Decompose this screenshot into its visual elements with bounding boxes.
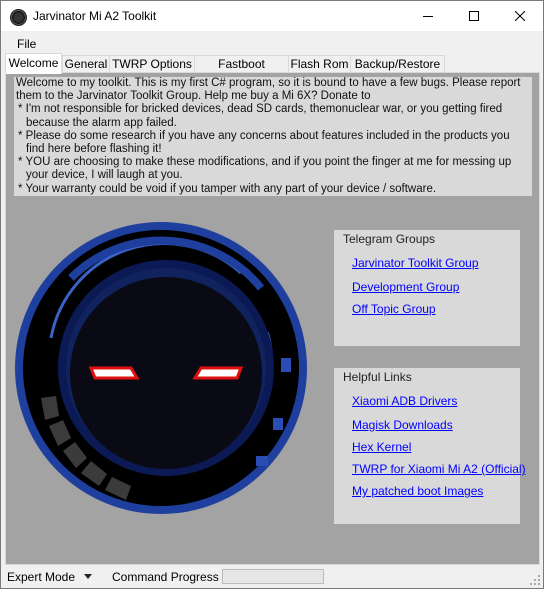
status-bar: Expert Mode Command Progress: [1, 566, 543, 588]
link-xiaomi-adb-drivers[interactable]: Xiaomi ADB Drivers: [352, 394, 457, 408]
command-progress-label: Command Progress: [112, 570, 219, 584]
disclaimer-item: * I'm not responsible for bricked device…: [18, 103, 503, 129]
mode-dropdown[interactable]: Expert Mode: [7, 570, 75, 584]
link-off-topic-group[interactable]: Off Topic Group: [352, 302, 436, 316]
helpful-links-title: Helpful Links: [343, 370, 412, 384]
tab-backup-restore[interactable]: Backup/Restore: [350, 55, 445, 73]
chevron-down-icon[interactable]: [84, 574, 92, 579]
link-magisk-downloads[interactable]: Magisk Downloads: [352, 418, 453, 432]
minimize-icon: [423, 16, 433, 17]
link-twrp-official[interactable]: TWRP for Xiaomi Mi A2 (Official): [352, 462, 526, 476]
link-hex-kernel[interactable]: Hex Kernel: [352, 440, 411, 454]
telegram-groups-title: Telegram Groups: [343, 232, 436, 246]
disclaimer-item: * Please do some research if you have an…: [18, 129, 510, 156]
tab-fastboot-flashing[interactable]: Fastboot Flashing: [194, 55, 289, 88]
app-window: Jarvinator Mi A2 Toolkit File Welcome Ge…: [0, 0, 544, 589]
tab-welcome[interactable]: Welcome: [5, 53, 62, 74]
menu-bar: File: [1, 35, 543, 53]
close-icon: [515, 11, 525, 21]
telegram-groups-box: Telegram Groups Jarvinator Toolkit Group…: [334, 230, 520, 346]
command-progress-bar: [222, 569, 324, 584]
disclaimer-item: * YOU are choosing to make these modific…: [18, 156, 512, 182]
menu-file[interactable]: File: [17, 37, 36, 51]
close-button[interactable]: [497, 1, 543, 31]
link-jarvinator-toolkit-group[interactable]: Jarvinator Toolkit Group: [352, 256, 479, 270]
maximize-icon: [469, 11, 479, 21]
minimize-button[interactable]: [405, 1, 451, 31]
tab-strip: Welcome General TWRP Options Fastboot Fl…: [5, 53, 541, 88]
link-patched-boot-images[interactable]: My patched boot Images: [352, 484, 483, 498]
window-title: Jarvinator Mi A2 Toolkit: [33, 9, 157, 23]
maximize-button[interactable]: [451, 1, 497, 31]
resize-grip-icon[interactable]: [530, 575, 540, 585]
welcome-panel: Welcome to my toolkit. This is my first …: [5, 72, 540, 565]
app-logo-icon: [10, 9, 27, 26]
link-development-group[interactable]: Development Group: [352, 280, 459, 294]
welcome-text-box: Welcome to my toolkit. This is my first …: [14, 77, 532, 196]
helpful-links-box: Helpful Links Xiaomi ADB Drivers Magisk …: [334, 368, 526, 524]
iron-man-helmet-image: [15, 222, 307, 514]
disclaimer-item: * Your warranty could be void if you tam…: [18, 182, 437, 195]
tab-general[interactable]: General: [62, 55, 110, 73]
tab-twrp-options[interactable]: TWRP Options: [109, 55, 195, 73]
tab-flash-rom[interactable]: Flash Rom: [288, 55, 351, 73]
intro-paragraph: Welcome to my toolkit. This is my first …: [16, 77, 521, 103]
title-bar[interactable]: Jarvinator Mi A2 Toolkit: [1, 1, 543, 31]
